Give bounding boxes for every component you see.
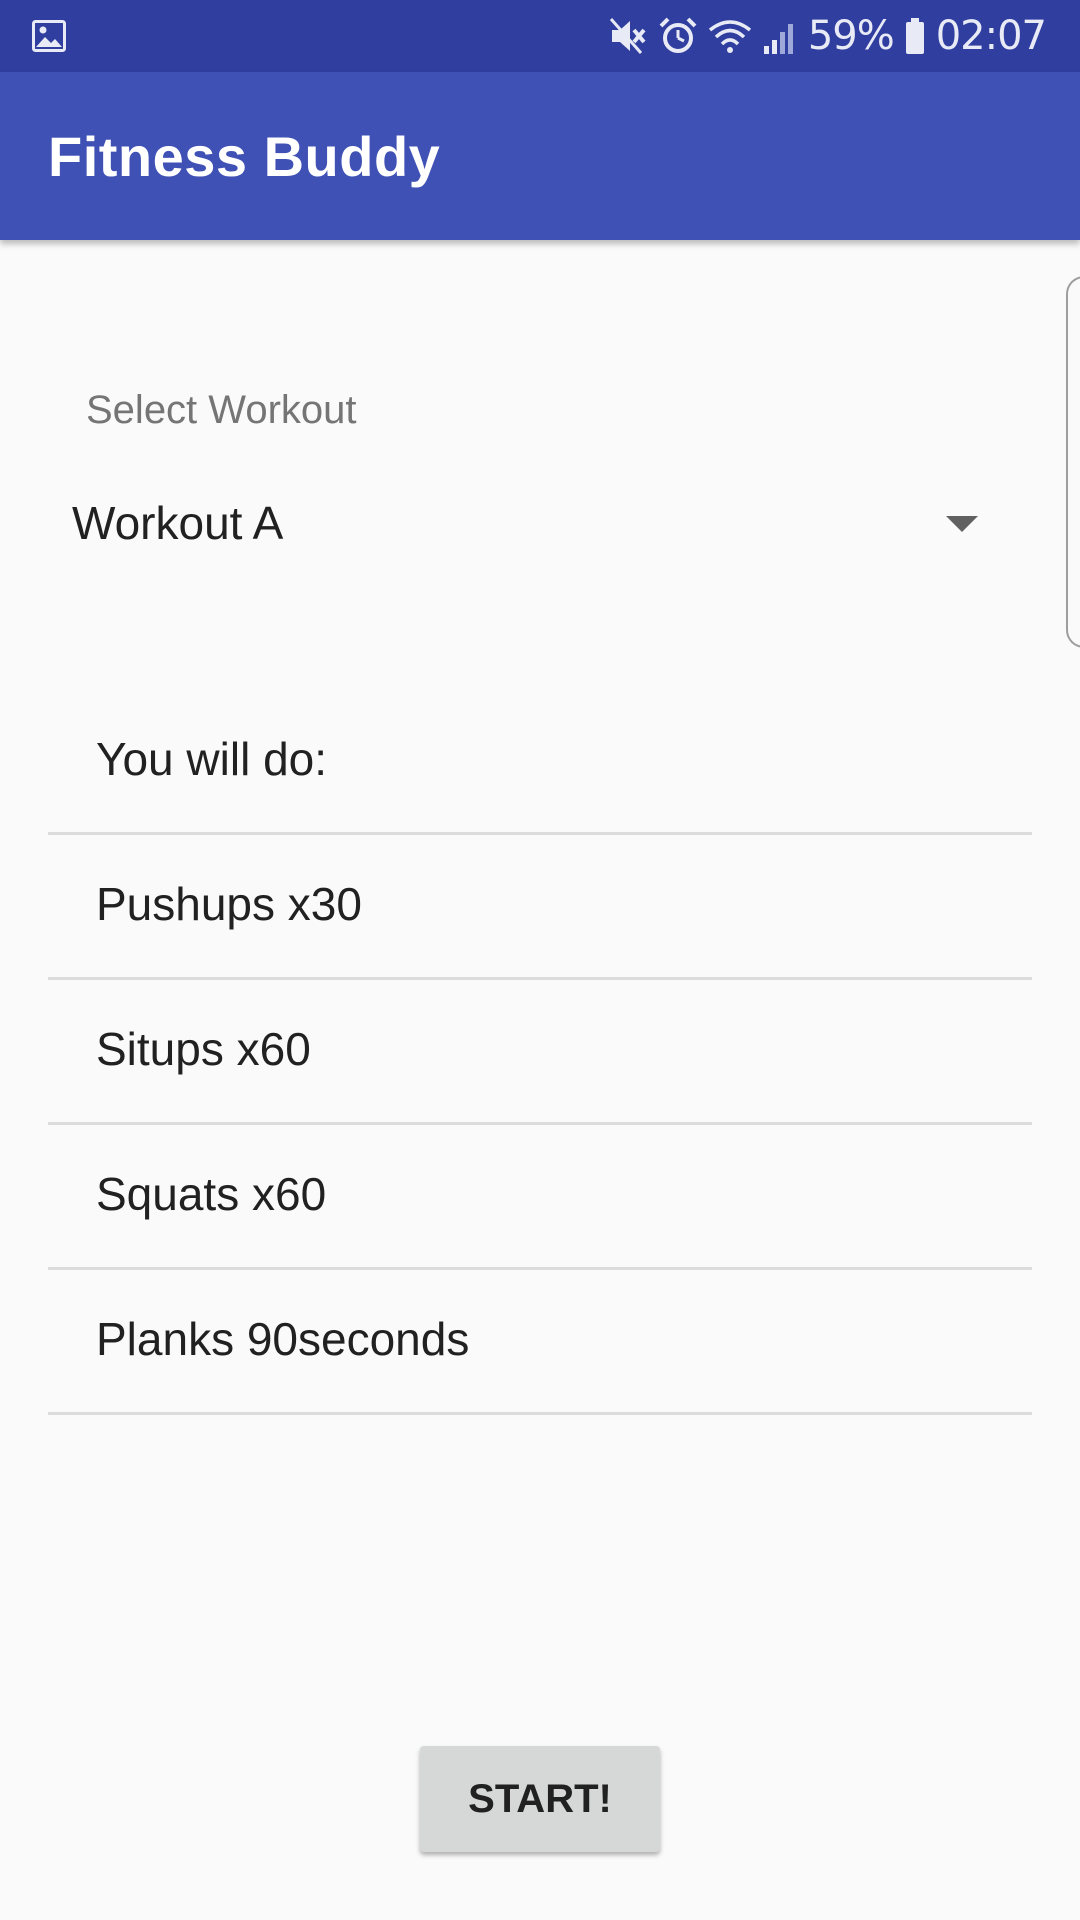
list-item[interactable]: Pushups x30 <box>48 835 1032 980</box>
workout-spinner-value: Workout A <box>72 497 284 549</box>
status-bar: 59% 02:07 <box>0 0 1080 72</box>
mute-icon <box>609 18 646 54</box>
list-header: You will do: <box>48 690 1032 835</box>
battery-icon <box>905 18 924 54</box>
list-item[interactable]: Situps x60 <box>48 980 1032 1125</box>
start-button[interactable]: START! <box>420 1746 660 1852</box>
list-item-text: Squats x60 <box>96 1168 327 1220</box>
clock: 02:07 <box>935 13 1047 59</box>
workout-spinner[interactable]: Workout A <box>48 480 1008 570</box>
alarm-icon <box>659 17 697 53</box>
list-item-text: Situps x60 <box>96 1023 311 1075</box>
edge-panel-handle[interactable] <box>1066 276 1080 648</box>
exercise-list: You will do: Pushups x30 Situps x60 Squa… <box>48 690 1032 1415</box>
list-item-text: Pushups x30 <box>96 878 362 930</box>
select-workout-label: Select Workout <box>86 388 357 432</box>
image-icon <box>32 20 66 52</box>
app-title: Fitness Buddy <box>48 125 441 188</box>
wifi-icon <box>708 20 751 53</box>
dropdown-arrow-icon <box>946 516 978 532</box>
battery-percent: 59% <box>807 13 895 59</box>
app-bar: Fitness Buddy <box>0 72 1080 240</box>
list-header-text: You will do: <box>96 733 328 785</box>
signal-icon <box>763 24 793 54</box>
list-item[interactable]: Squats x60 <box>48 1125 1032 1270</box>
list-item[interactable]: Planks 90seconds <box>48 1270 1032 1415</box>
list-item-text: Planks 90seconds <box>96 1313 470 1365</box>
